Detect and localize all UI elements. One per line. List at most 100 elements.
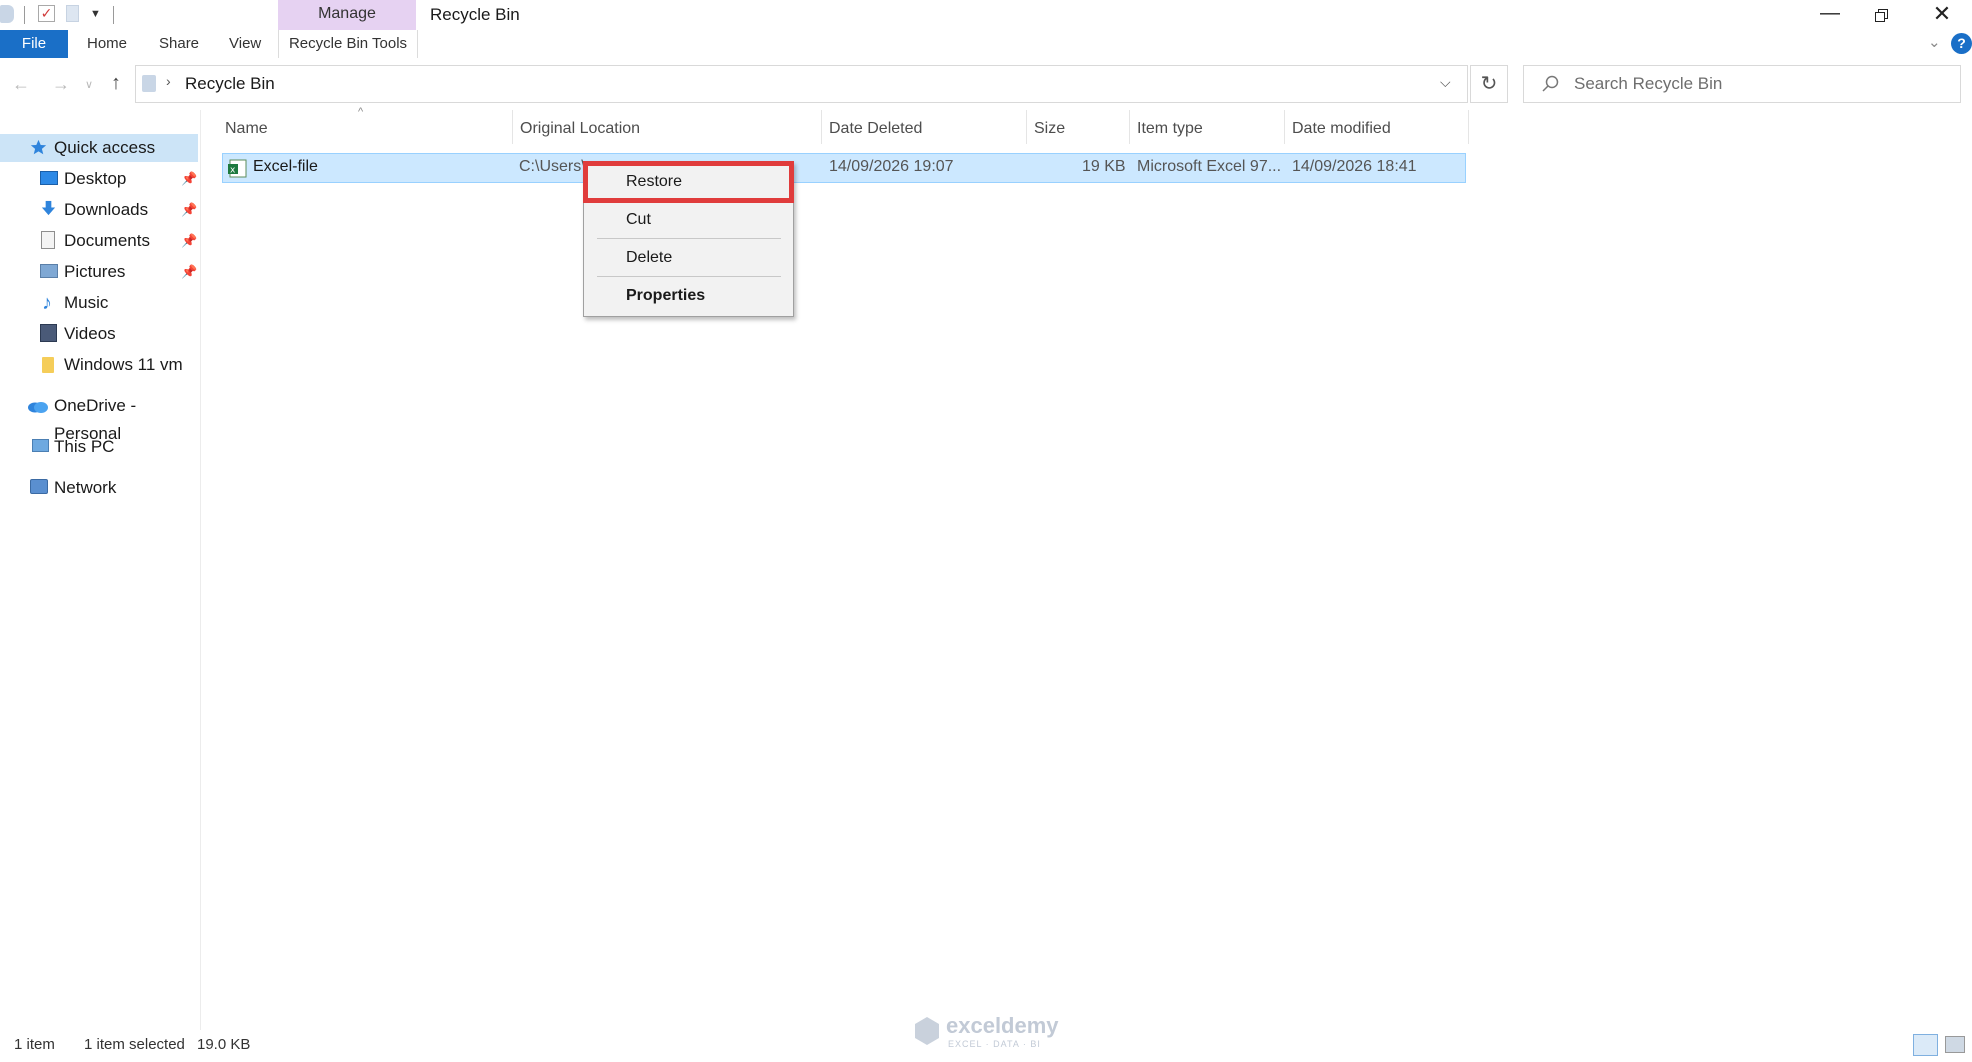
sidebar-item-label: Pictures [64,262,126,281]
column-divider[interactable] [512,110,513,144]
tab-view[interactable]: View [229,30,261,58]
context-menu-delete[interactable]: Delete [626,249,672,267]
desktop-icon [40,171,58,185]
computer-icon [32,439,49,452]
file-date-modified: 14/09/2026 18:41 [1292,158,1417,175]
column-divider[interactable] [1026,110,1027,144]
column-divider[interactable] [1129,110,1130,144]
star-icon [30,139,47,155]
sidebar-item-label: Music [64,293,109,312]
status-selection-size: 19.0 KB [197,1036,251,1053]
file-name[interactable]: Excel-file [253,158,318,176]
search-icon [1542,75,1559,92]
sidebar-item-label: Documents [64,231,150,250]
window-title: Recycle Bin [430,5,520,24]
column-header-date-deleted[interactable]: Date Deleted [829,120,922,138]
file-size: 19 KB [1082,158,1126,175]
properties-check-icon[interactable]: ✓ [38,5,55,22]
restore-button[interactable] [1858,0,1906,30]
tab-file[interactable]: File [0,30,68,58]
column-divider[interactable] [1468,110,1469,144]
file-item-type: Microsoft Excel 97... [1137,158,1282,175]
sidebar-item-pictures[interactable]: Pictures 📌 [0,258,198,286]
sidebar-item-label: Desktop [64,169,127,188]
status-item-count: 1 item [14,1036,55,1053]
pin-icon[interactable]: 📌 [181,227,197,255]
sidebar-item-onedrive[interactable]: OneDrive - Personal [0,392,198,443]
svg-text:x: x [230,166,236,176]
pin-icon[interactable]: 📌 [181,196,197,224]
search-input[interactable] [1574,74,1934,94]
refresh-button[interactable]: ↻ [1470,65,1508,103]
file-original-location: C:\Users\ [519,158,586,175]
onedrive-cloud-icon [28,402,48,413]
customize-qat-icon[interactable]: ▼ [90,8,101,20]
status-selection: 1 item selected [84,1036,185,1053]
help-icon[interactable]: ? [1951,33,1972,54]
chevron-down-icon[interactable]: ⌵ [1440,74,1451,91]
new-folder-icon[interactable] [66,5,79,22]
sidebar-item-music[interactable]: ♪ Music [0,289,198,317]
forward-arrow-icon[interactable]: → [52,74,70,95]
sidebar-item-downloads[interactable]: Downloads 📌 [0,196,198,224]
back-arrow-icon[interactable]: ← [12,74,30,95]
sidebar-item-label: Windows 11 vm [64,355,183,374]
expand-ribbon-icon[interactable]: ⌄ [1928,33,1941,51]
restore-icon-back [1875,12,1885,22]
documents-icon [41,231,55,249]
qat-divider [113,6,114,24]
menu-separator [597,238,781,239]
recycle-bin-icon[interactable] [0,5,14,23]
pin-icon[interactable]: 📌 [181,258,197,286]
close-button[interactable]: ✕ [1918,0,1966,30]
tab-recycle-bin-tools[interactable]: Recycle Bin Tools [278,30,418,58]
manage-contextual-tab: Manage [278,0,416,30]
pictures-icon [40,264,58,278]
column-header-size[interactable]: Size [1034,120,1065,138]
column-header-date-modified[interactable]: Date modified [1292,120,1391,138]
restore-highlight-box [583,161,794,203]
sidebar-item-label: Downloads [64,200,149,219]
sidebar-item-label: This PC [54,437,115,456]
tab-home[interactable]: Home [87,30,127,58]
sidebar-item-desktop[interactable]: Desktop 📌 [0,165,198,193]
sidebar-item-videos[interactable]: Videos [0,320,198,348]
sidebar-item-label: Quick access [54,138,156,157]
column-header-name[interactable]: Name [225,120,268,138]
menu-separator [597,276,781,277]
watermark-brand: exceldemy [946,1013,1059,1038]
videos-icon [40,324,57,342]
tab-share[interactable]: Share [159,30,199,58]
qat-divider [24,6,25,24]
recent-locations-icon[interactable]: ∨ [85,78,93,91]
file-date-deleted: 14/09/2026 19:07 [829,158,954,175]
sidebar-item-documents[interactable]: Documents 📌 [0,227,198,255]
breadcrumb-chevron-icon[interactable]: › [166,73,171,89]
sidebar-item-network[interactable]: Network [0,474,198,502]
column-divider[interactable] [1284,110,1285,144]
network-icon [30,479,48,494]
exceldemy-logo-icon [915,1017,939,1045]
large-icons-view-button[interactable] [1945,1036,1965,1053]
watermark-tagline: EXCEL · DATA · BI [948,1039,1041,1049]
minimize-button[interactable]: — [1806,0,1854,30]
details-view-button[interactable] [1913,1034,1938,1056]
address-bar[interactable] [135,65,1468,103]
breadcrumb[interactable]: Recycle Bin [185,74,275,94]
up-arrow-icon[interactable]: ↑ [111,72,121,95]
downloads-icon [41,200,56,216]
sidebar-item-quick-access[interactable]: Quick access [0,134,198,162]
context-menu-cut[interactable]: Cut [626,211,651,229]
recycle-bin-icon [142,75,156,92]
folder-icon [42,357,54,373]
sidebar-item-windows-11-vm[interactable]: Windows 11 vm [0,351,198,379]
music-icon: ♪ [42,292,52,314]
sidebar-item-this-pc[interactable]: This PC [0,433,198,461]
column-header-original-location[interactable]: Original Location [520,120,640,138]
pin-icon[interactable]: 📌 [181,165,197,193]
column-divider[interactable] [821,110,822,144]
sidebar-item-label: Network [54,478,117,497]
sort-ascending-icon: ^ [358,106,364,118]
context-menu-properties[interactable]: Properties [626,287,705,305]
column-header-item-type[interactable]: Item type [1137,120,1203,138]
